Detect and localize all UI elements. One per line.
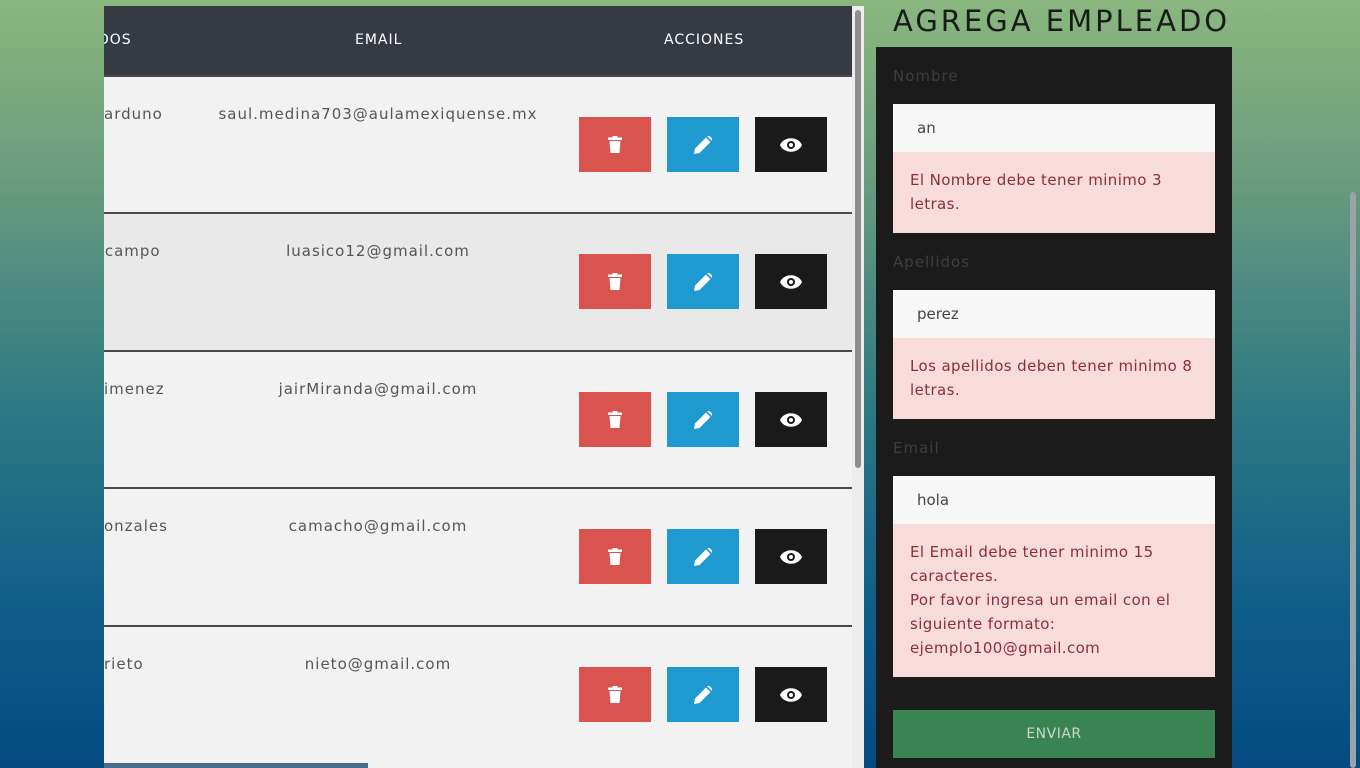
edit-button[interactable] [667,392,739,447]
submit-button[interactable]: ENVIAR [893,710,1215,758]
nombre-error: El Nombre debe tener minimo 3 letras. [893,152,1215,233]
view-button[interactable] [755,667,827,722]
header-acciones: ACCIONES [664,32,745,48]
edit-button[interactable] [667,117,739,172]
apellidos-input[interactable] [893,290,1215,338]
email-label: Email [893,439,940,457]
table-row: rieto nieto@gmail.com [104,625,852,763]
trash-icon [608,686,622,703]
table-row: )campo luasico12@gmail.com [104,212,852,350]
trash-icon [608,548,622,565]
eye-icon [780,137,802,152]
email-error-length: El Email debe tener minimo 15 caracteres… [910,543,1154,585]
cell-email: luasico12@gmail.com [286,242,470,260]
eye-icon [780,549,802,564]
email-input[interactable] [893,476,1215,524]
pencil-icon [694,135,712,154]
pencil-icon [694,272,712,291]
email-error: El Email debe tener minimo 15 caracteres… [893,524,1215,677]
horizontal-scrollbar[interactable] [104,763,368,768]
apellidos-error: Los apellidos deben tener minimo 8 letra… [893,338,1215,419]
employees-table: DOS EMAIL ACCIONES arduno saul.medina703… [104,6,852,768]
table-header: DOS EMAIL ACCIONES [104,6,852,75]
delete-button[interactable] [579,117,651,172]
view-button[interactable] [755,529,827,584]
cell-email: saul.medina703@aulamexiquense.mx [218,105,538,123]
view-button[interactable] [755,254,827,309]
edit-button[interactable] [667,667,739,722]
trash-icon [608,273,622,290]
form-title: AGREGA EMPLEADO [893,4,1231,38]
apellidos-error-text: Los apellidos deben tener minimo 8 letra… [910,357,1193,399]
delete-button[interactable] [579,667,651,722]
delete-button[interactable] [579,254,651,309]
cell-email: camacho@gmail.com [288,517,468,535]
view-button[interactable] [755,117,827,172]
nombre-label: Nombre [893,67,959,85]
nombre-input[interactable] [893,104,1215,152]
eye-icon [780,412,802,427]
eye-icon [780,687,802,702]
add-employee-form: Nombre El Nombre debe tener minimo 3 let… [876,47,1232,768]
cell-email: jairMiranda@gmail.com [278,380,478,398]
table-row: arduno saul.medina703@aulamexiquense.mx [104,75,852,213]
pencil-icon [694,685,712,704]
edit-button[interactable] [667,254,739,309]
edit-button[interactable] [667,529,739,584]
delete-button[interactable] [579,392,651,447]
view-button[interactable] [755,392,827,447]
pencil-icon [694,547,712,566]
email-error-format: Por favor ingresa un email con el siguie… [910,591,1171,657]
trash-icon [608,136,622,153]
cell-email: nieto@gmail.com [304,655,452,673]
table-row: onzales camacho@gmail.com [104,487,852,625]
pencil-icon [694,410,712,429]
delete-button[interactable] [579,529,651,584]
nombre-error-text: El Nombre debe tener minimo 3 letras. [910,171,1162,213]
page-scrollbar[interactable] [1350,192,1356,768]
table-row: imenez jairMiranda@gmail.com [104,350,852,488]
eye-icon [780,274,802,289]
header-apellidos: DOS [104,32,132,48]
table-scrollbar-thumb[interactable] [855,10,861,468]
apellidos-label: Apellidos [893,253,971,271]
header-email: EMAIL [355,32,403,48]
trash-icon [608,411,622,428]
